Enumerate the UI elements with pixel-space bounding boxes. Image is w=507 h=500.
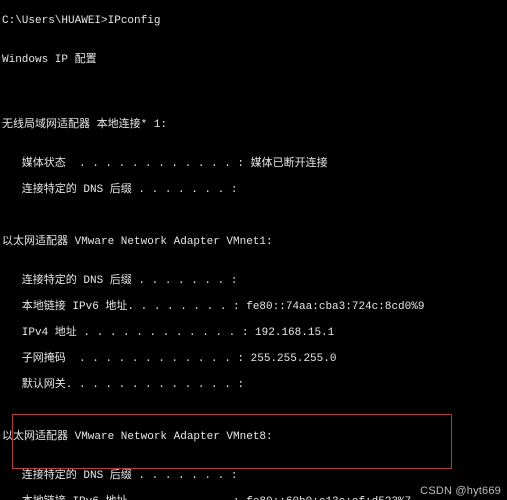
adapter-title: 无线局域网适配器 本地连接* 1:: [2, 119, 505, 132]
output-row: 默认网关. . . . . . . . . . . . . :: [2, 379, 505, 392]
output-header: Windows IP 配置: [2, 54, 505, 67]
row-value: 192.168.15.1: [255, 327, 334, 339]
row-label: 子网掩码 . . . . . . . . . . . . :: [2, 353, 251, 365]
terminal-window[interactable]: C:\Users\HUAWEI>IPconfig Windows IP 配置 无…: [0, 0, 507, 500]
row-value: 255.255.255.0: [251, 353, 337, 365]
row-value: fe80::60b0:c13c:ef:d523%7: [246, 496, 411, 500]
row-label: 默认网关. . . . . . . . . . . . . :: [2, 379, 244, 391]
adapter-title: 以太网适配器 VMware Network Adapter VMnet8:: [2, 431, 505, 444]
output-row: 本地链接 IPv6 地址. . . . . . . . : fe80::74aa…: [2, 301, 505, 314]
row-label: 连接特定的 DNS 后缀 . . . . . . . :: [2, 184, 237, 196]
watermark-text: CSDN @hyt669: [420, 485, 501, 498]
row-value: 媒体已断开连接: [251, 158, 328, 170]
row-label: 本地链接 IPv6 地址. . . . . . . . :: [2, 301, 246, 313]
output-row: 连接特定的 DNS 后缀 . . . . . . . :: [2, 184, 505, 197]
output-row: 媒体状态 . . . . . . . . . . . . : 媒体已断开连接: [2, 158, 505, 171]
output-row: 连接特定的 DNS 后缀 . . . . . . . :: [2, 470, 505, 483]
row-label: 本地链接 IPv6 地址. . . . . . . . :: [2, 496, 246, 500]
row-label: 连接特定的 DNS 后缀 . . . . . . . :: [2, 470, 237, 482]
output-row: 子网掩码 . . . . . . . . . . . . : 255.255.2…: [2, 353, 505, 366]
row-label: 媒体状态 . . . . . . . . . . . . :: [2, 158, 251, 170]
row-label: 连接特定的 DNS 后缀 . . . . . . . :: [2, 275, 237, 287]
adapter-title: 以太网适配器 VMware Network Adapter VMnet1:: [2, 236, 505, 249]
prompt-command: C:\Users\HUAWEI>IPconfig: [2, 15, 505, 28]
output-row: 连接特定的 DNS 后缀 . . . . . . . :: [2, 275, 505, 288]
row-label: IPv4 地址 . . . . . . . . . . . . :: [2, 327, 255, 339]
row-value: fe80::74aa:cba3:724c:8cd0%9: [246, 301, 424, 313]
output-row: IPv4 地址 . . . . . . . . . . . . : 192.16…: [2, 327, 505, 340]
